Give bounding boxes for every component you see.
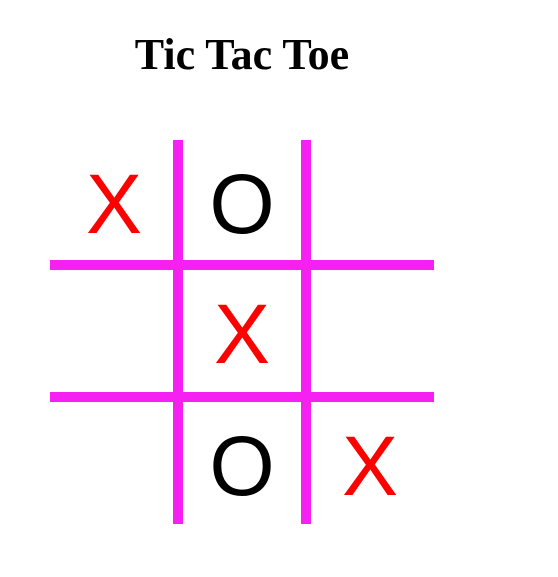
game-title: Tic Tac Toe: [134, 30, 350, 79]
cell-6[interactable]: [50, 402, 178, 530]
cell-3[interactable]: [50, 270, 178, 398]
cell-0[interactable]: X: [50, 140, 178, 268]
game-board: X O X O X: [50, 140, 434, 524]
cell-4[interactable]: X: [178, 270, 306, 398]
cell-7[interactable]: O: [178, 402, 306, 530]
cell-8[interactable]: X: [306, 402, 434, 530]
cell-5[interactable]: [306, 270, 434, 398]
cell-2[interactable]: [306, 140, 434, 268]
cell-1[interactable]: O: [178, 140, 306, 268]
